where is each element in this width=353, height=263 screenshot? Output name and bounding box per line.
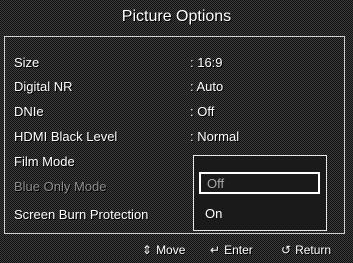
menu-item-label: DNIe [14,103,44,119]
film-mode-dropdown: Off On [193,155,327,231]
osd-screen: Picture Options Size : 16:9 Digital NR :… [0,0,353,263]
dropdown-option-on[interactable]: On [199,202,320,224]
footer-hints: ⇕ Move ↵ Enter ↺ Return [0,240,353,263]
menu-item-value: : Off [190,103,215,119]
menu-item-label: Screen Burn Protection [14,206,149,222]
enter-hint: ↵ Enter [210,243,253,257]
menu-item-value: : 16:9 [190,54,223,70]
menu-item-value: : Auto [190,78,224,94]
return-hint: ↺ Return [281,243,331,257]
menu-item-digital-nr[interactable]: Digital NR : Auto [14,75,334,97]
menu-item-hdmi-black-level[interactable]: HDMI Black Level : Normal [14,125,334,147]
menu-title: Picture Options [121,7,232,25]
enter-icon: ↵ [210,243,221,257]
menu-item-dnie[interactable]: DNIe : Off [14,100,334,122]
menu-item-label: Size [14,54,40,70]
menu-item-value: : Normal [190,128,240,144]
dropdown-option-off[interactable]: Off [199,172,320,194]
menu-item-label: Blue Only Mode [14,178,107,194]
menu-item-label: Film Mode [14,153,75,169]
move-label: Move [156,243,186,257]
move-hint: ⇕ Move [142,243,185,257]
menu-item-label: Digital NR [14,78,73,94]
return-label: Return [295,243,332,257]
title-bar: Picture Options [0,0,353,33]
menu-item-label: HDMI Black Level [14,128,118,144]
return-icon: ↺ [281,243,292,257]
up-down-arrows-icon: ⇕ [142,243,153,257]
menu-item-size[interactable]: Size : 16:9 [14,51,334,73]
enter-label: Enter [224,243,253,257]
